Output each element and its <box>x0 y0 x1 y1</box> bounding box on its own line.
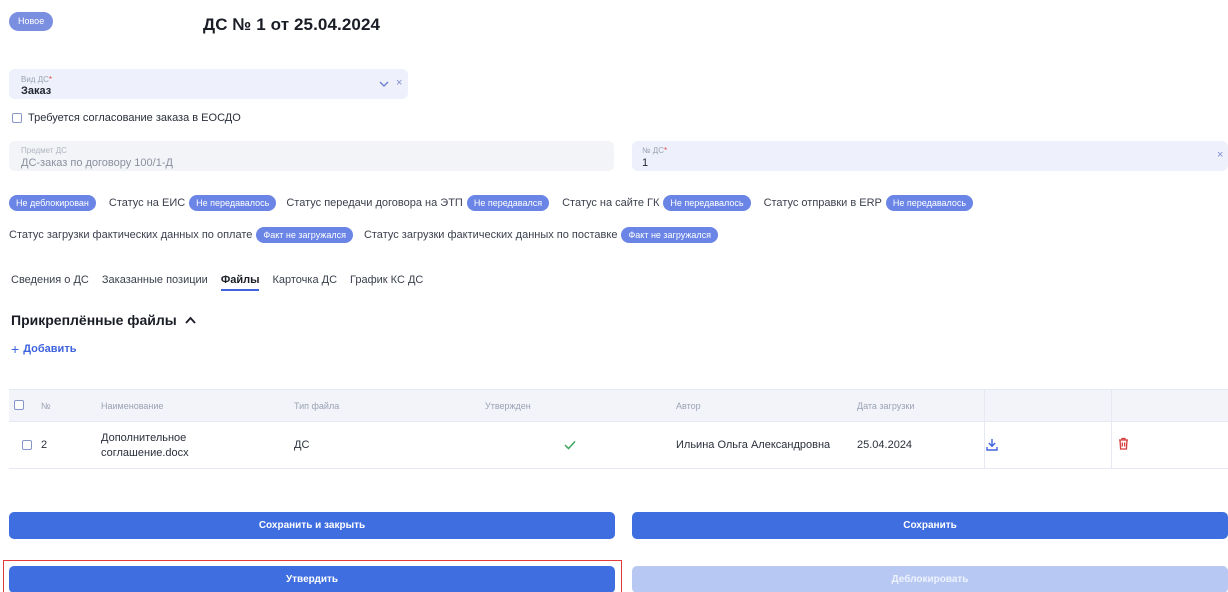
tab-ks-schedule[interactable]: График КС ДС <box>350 274 423 291</box>
row-author: Ильина Ольга Александровна <box>676 439 831 451</box>
trash-icon[interactable] <box>1118 437 1129 450</box>
status-label-delivery: Статус загрузки фактических данных по по… <box>363 229 618 241</box>
status-pill-unblock: Не деблокирован <box>9 195 96 211</box>
esodo-checkbox-label: Требуется согласование заказа в ЕОСДО <box>28 112 241 124</box>
status-pill-erp: Не передавалось <box>885 195 974 211</box>
status-pill-eis: Не передавалось <box>189 195 277 211</box>
subject-label: Предмет ДС <box>21 146 67 155</box>
required-mark: * <box>48 75 53 84</box>
subject-value: ДС-заказ по договору 100/1-Д <box>21 157 173 169</box>
column-header-approved: Утвержден <box>485 400 531 411</box>
tab-ordered-items[interactable]: Заказанные позиции <box>102 274 208 291</box>
status-pill-delivery: Факт не загружался <box>621 227 718 243</box>
esodo-checkbox-row[interactable]: Требуется согласование заказа в ЕОСДО <box>12 112 241 124</box>
column-divider <box>984 390 985 421</box>
vid-ds-select[interactable]: Вид ДС* Заказ × <box>9 69 408 99</box>
ds-number-field[interactable]: № ДС* 1 × <box>632 141 1228 171</box>
download-icon[interactable] <box>986 438 998 451</box>
save-button[interactable]: Сохранить <box>632 512 1228 539</box>
column-divider <box>984 422 985 468</box>
status-pill-etp: Не передавался <box>466 195 550 211</box>
add-file-button[interactable]: + Добавить <box>11 341 76 357</box>
section-title[interactable]: Прикреплённые файлы <box>11 312 196 328</box>
ds-number-value: 1 <box>642 157 649 169</box>
tab-files[interactable]: Файлы <box>220 274 259 291</box>
chevron-down-icon[interactable] <box>379 79 389 89</box>
row-file-type: ДС <box>294 439 310 451</box>
column-divider <box>1111 390 1112 421</box>
column-divider <box>1111 422 1112 468</box>
row-num: 2 <box>41 439 48 451</box>
column-header-num: № <box>41 400 51 411</box>
status-label-eis: Статус на ЕИС <box>108 197 186 209</box>
table-header: № Наименование Тип файла Утвержден Автор… <box>9 389 1228 422</box>
status-row: Не деблокирован Статус на ЕИС Не передав… <box>9 195 974 211</box>
section-title-text: Прикреплённые файлы <box>11 312 177 328</box>
save-and-close-button[interactable]: Сохранить и закрыть <box>9 512 615 539</box>
tab-ds-info[interactable]: Сведения о ДС <box>11 274 89 291</box>
chevron-up-icon[interactable] <box>185 316 196 324</box>
subject-field[interactable]: Предмет ДС ДС-заказ по договору 100/1-Д <box>9 141 614 171</box>
select-all-checkbox[interactable] <box>14 400 24 410</box>
ds-number-label: № ДС <box>642 146 664 155</box>
status-row: Статус загрузки фактических данных по оп… <box>9 227 718 243</box>
status-pill-payment: Факт не загружался <box>256 227 353 243</box>
column-header-type: Тип файла <box>294 400 340 411</box>
unblock-button[interactable]: Деблокировать <box>632 566 1228 592</box>
check-icon <box>564 440 576 450</box>
status-label-gk: Статус на сайте ГК <box>562 197 660 209</box>
page-title: ДС № 1 от 25.04.2024 <box>203 15 381 34</box>
status-label-erp: Статус отправки в ERP <box>763 197 882 209</box>
row-upload-date: 25.04.2024 <box>857 439 913 451</box>
files-table: № Наименование Тип файла Утвержден Автор… <box>9 389 1228 469</box>
column-header-name: Наименование <box>101 400 164 411</box>
tab-bar: Сведения о ДС Заказанные позиции Файлы К… <box>11 274 436 291</box>
row-checkbox[interactable] <box>22 440 32 450</box>
add-file-label: Добавить <box>23 343 77 355</box>
tab-ds-card[interactable]: Карточка ДС <box>272 274 337 291</box>
row-file-name[interactable]: Дополнительное соглашение.docx <box>101 431 189 461</box>
required-mark: * <box>664 146 668 155</box>
table-row[interactable]: 2 Дополнительное соглашение.docx ДС Ильи… <box>9 422 1228 469</box>
approve-button[interactable]: Утвердить <box>9 566 615 592</box>
clear-icon[interactable]: × <box>1217 149 1223 161</box>
status-pill-gk: Не передавалось <box>663 195 751 211</box>
column-header-date: Дата загрузки <box>857 400 915 411</box>
row-file-name-line2: соглашение.docx <box>101 447 189 459</box>
vid-ds-label: Вид ДС <box>21 75 49 84</box>
plus-icon: + <box>11 341 20 357</box>
column-header-author: Автор <box>676 400 701 411</box>
row-file-name-line1: Дополнительное <box>101 432 187 444</box>
esodo-checkbox[interactable] <box>12 113 22 123</box>
status-badge: Новое <box>9 12 54 31</box>
vid-ds-value: Заказ <box>21 85 52 97</box>
status-label-etp: Статус передачи договора на ЭТП <box>286 197 463 209</box>
status-label-payment: Статус загрузки фактических данных по оп… <box>9 229 253 241</box>
clear-icon[interactable]: × <box>396 77 402 89</box>
